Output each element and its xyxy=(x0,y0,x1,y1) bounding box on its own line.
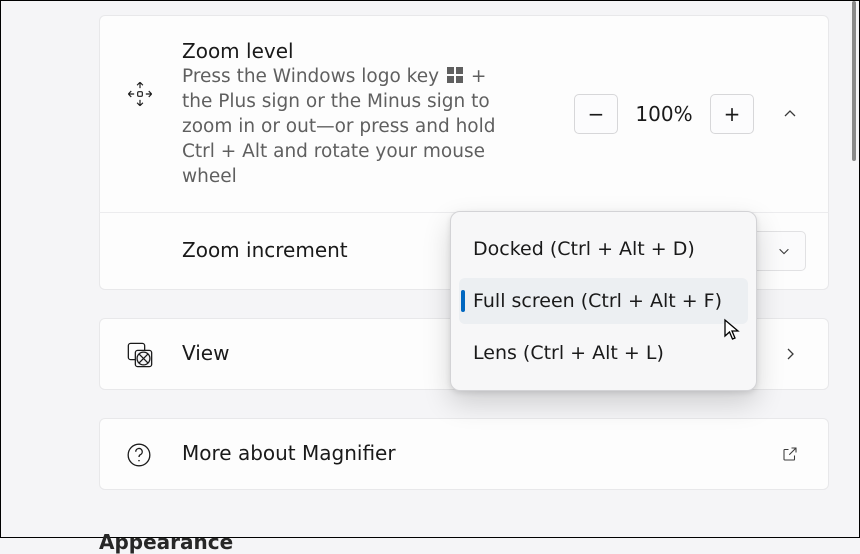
view-option-docked[interactable]: Docked (Ctrl + Alt + D) xyxy=(459,226,748,272)
zoom-level-icon-wrap xyxy=(126,38,182,108)
zoom-value: 100% xyxy=(634,102,694,126)
windows-logo-icon xyxy=(447,67,469,88)
appearance-heading: Appearance xyxy=(99,530,829,554)
plus-icon: + xyxy=(724,102,741,126)
chevron-up-icon xyxy=(782,106,798,122)
view-option-fullscreen[interactable]: Full screen (Ctrl + Alt + F) xyxy=(459,278,748,324)
desc-text-pre: Press the Windows logo key xyxy=(182,66,445,87)
zoom-level-card: Zoom level Press the Windows logo key + … xyxy=(99,15,829,212)
vertical-scrollbar[interactable] xyxy=(852,1,856,161)
view-expand-button[interactable] xyxy=(774,338,806,370)
view-option-label: Lens (Ctrl + Alt + L) xyxy=(473,342,664,364)
more-about-title: More about Magnifier xyxy=(182,440,770,467)
view-option-label: Docked (Ctrl + Alt + D) xyxy=(473,238,695,260)
zoom-level-title: Zoom level xyxy=(182,38,574,65)
move-icon xyxy=(126,80,154,108)
minus-icon: − xyxy=(588,102,605,126)
zoom-level-description: Press the Windows logo key + the Plus si… xyxy=(182,65,522,190)
external-link-button[interactable] xyxy=(774,438,806,470)
zoom-decrease-button[interactable]: − xyxy=(574,94,618,134)
more-about-card[interactable]: More about Magnifier xyxy=(99,418,829,490)
view-option-label: Full screen (Ctrl + Alt + F) xyxy=(473,290,722,312)
chevron-down-icon xyxy=(777,244,791,258)
chevron-right-icon xyxy=(782,346,798,362)
zoom-increase-button[interactable]: + xyxy=(710,94,754,134)
external-link-icon xyxy=(781,445,799,463)
view-option-lens[interactable]: Lens (Ctrl + Alt + L) xyxy=(459,330,748,376)
view-icon xyxy=(126,341,154,369)
view-flyout-menu: Docked (Ctrl + Alt + D) Full screen (Ctr… xyxy=(450,211,757,391)
zoom-collapse-button[interactable] xyxy=(774,98,806,130)
help-icon xyxy=(126,442,152,468)
